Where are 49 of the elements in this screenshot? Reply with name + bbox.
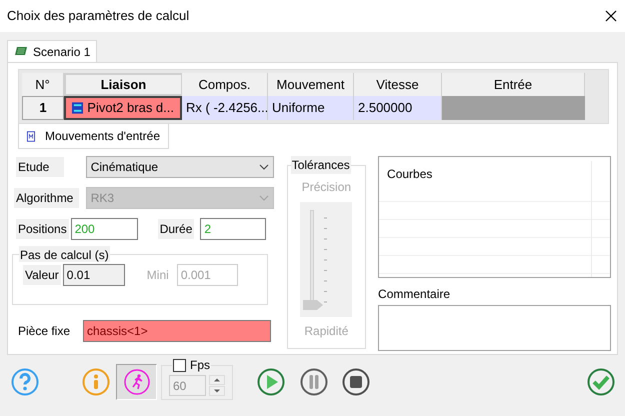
- comment-field[interactable]: [378, 305, 611, 351]
- scenario-icon: [14, 46, 28, 57]
- checkbox-label: Fps: [190, 357, 210, 374]
- group-title: Tolérances: [290, 156, 351, 174]
- spin-up-button[interactable]: [209, 375, 225, 385]
- chevron-icon: [258, 164, 269, 170]
- spin-field: 60: [169, 375, 206, 396]
- table-cell: 2.500000: [354, 96, 442, 120]
- input-field[interactable]: chassis<1>: [83, 320, 271, 342]
- field-label: Mini: [146, 267, 169, 284]
- column-header[interactable]: Vitesse: [354, 73, 442, 96]
- list-box[interactable]: Courbes: [378, 156, 611, 278]
- group-title: Pas de calcul (s): [19, 246, 110, 262]
- slider-label: Précision: [302, 179, 352, 196]
- field-label: Etude: [16, 157, 64, 177]
- table-cell: Rx ( -2.4256...: [182, 96, 268, 120]
- row-number: 1: [22, 96, 64, 120]
- play-icon[interactable]: [257, 368, 285, 396]
- subtab[interactable]: Mouvements d'entrée: [18, 124, 169, 149]
- window-title: Choix des paramètres de calcul: [7, 7, 190, 26]
- field-label: Algorithme: [14, 188, 79, 208]
- pause-icon[interactable]: [300, 368, 328, 396]
- dropdown[interactable]: Cinématique: [86, 156, 274, 178]
- column-header[interactable]: Entrée: [442, 73, 585, 96]
- document-icon: [27, 130, 35, 142]
- ok-icon[interactable]: [587, 368, 615, 396]
- close-icon[interactable]: [605, 10, 617, 22]
- field-label: Pièce fixe: [18, 323, 72, 340]
- chevron-icon: [258, 195, 269, 201]
- slider-label: Rapidité: [304, 323, 348, 340]
- stop-icon[interactable]: [342, 368, 370, 396]
- field-label: Commentaire: [378, 286, 452, 303]
- column-header[interactable]: N°: [22, 73, 64, 96]
- field-label: Valeur: [23, 265, 61, 285]
- table-cell: Pivot2 bras d...: [64, 96, 182, 120]
- field-label: Positions: [16, 219, 69, 239]
- table-cell: Uniforme: [268, 96, 354, 120]
- column-header: Courbes: [386, 166, 434, 183]
- runner-icon: [122, 368, 150, 396]
- input-field: 0.001: [176, 264, 238, 286]
- toggle-button[interactable]: [116, 364, 157, 400]
- joint-icon: [72, 102, 84, 114]
- column-header[interactable]: Liaison: [64, 73, 182, 96]
- field-label: Durée: [158, 219, 194, 239]
- column-header[interactable]: Mouvement: [268, 73, 354, 96]
- spin-down-button[interactable]: [209, 386, 225, 396]
- tab[interactable]: Scenario 1: [7, 40, 98, 62]
- input-field[interactable]: 0.01: [62, 264, 125, 286]
- column-header[interactable]: Compos.: [182, 73, 268, 96]
